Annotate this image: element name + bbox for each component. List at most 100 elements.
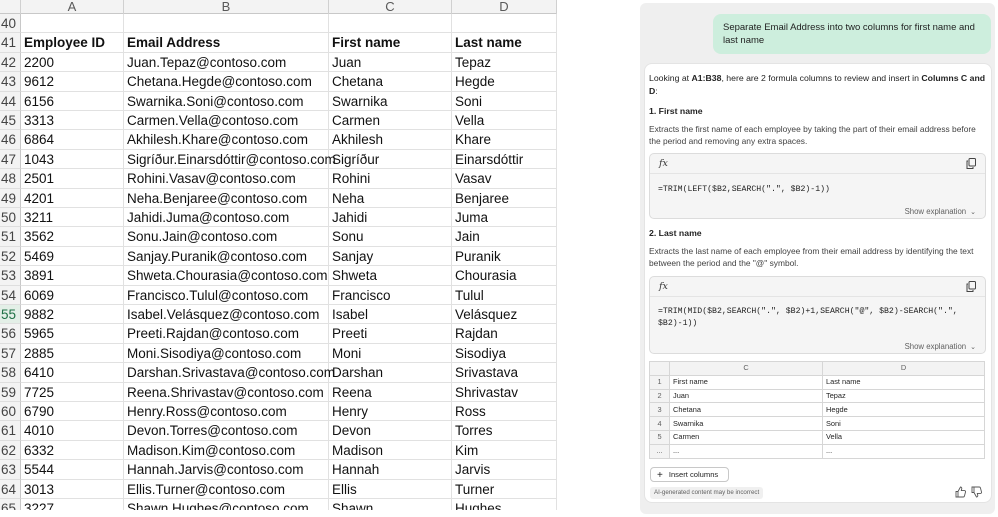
cell-email[interactable]: Sigríður.Einarsdóttir@contoso.com: [124, 149, 336, 170]
row-number[interactable]: 49: [0, 188, 21, 208]
cell-first[interactable]: Hannah: [329, 460, 452, 480]
row-number[interactable]: 42: [0, 52, 21, 73]
cell-email[interactable]: Sanjay.Puranik@contoso.com: [124, 246, 329, 267]
row-number[interactable]: 47: [0, 149, 21, 170]
show-explanation-last-name[interactable]: Show explanation ⌄: [905, 342, 976, 351]
formula-last-name[interactable]: =TRIM(MID($B2,SEARCH(".", $B2)+1,SEARCH(…: [658, 306, 980, 330]
cell-last[interactable]: Vella: [452, 111, 557, 131]
cell-last[interactable]: Tulul: [452, 285, 557, 305]
cell-id[interactable]: 4201: [21, 188, 124, 208]
row-number[interactable]: 45: [0, 111, 21, 131]
row-number[interactable]: 43: [0, 72, 21, 92]
cell-id[interactable]: 6156: [21, 91, 124, 111]
row-number[interactable]: 62: [0, 440, 21, 461]
cell-id[interactable]: [21, 14, 124, 34]
cell-last[interactable]: Srivastava: [452, 363, 557, 383]
cell-last[interactable]: Kim: [452, 440, 557, 461]
column-header-b[interactable]: B: [124, 0, 329, 14]
cell-id[interactable]: 6864: [21, 130, 124, 150]
cell-first[interactable]: Sanjay: [329, 246, 452, 267]
cell-first[interactable]: Ellis: [329, 479, 452, 499]
cell-id[interactable]: 2885: [21, 343, 124, 364]
cell-email[interactable]: Juan.Tepaz@contoso.com: [124, 52, 329, 73]
cell-last[interactable]: Sisodiya: [452, 343, 557, 364]
cell-id[interactable]: 9612: [21, 72, 124, 92]
cell-first[interactable]: Madison: [329, 440, 452, 461]
cell-first[interactable]: Henry: [329, 402, 452, 422]
cell-last[interactable]: [452, 14, 557, 34]
show-explanation-first-name[interactable]: Show explanation ⌄: [905, 207, 976, 216]
cell-email[interactable]: Swarnika.Soni@contoso.com: [124, 91, 329, 111]
row-number[interactable]: 55: [0, 305, 21, 325]
cell-first[interactable]: Francisco: [329, 285, 452, 305]
cell-first[interactable]: Akhilesh: [329, 130, 452, 150]
cell-last[interactable]: Khare: [452, 130, 557, 150]
cell-last[interactable]: Einarsdóttir: [452, 149, 557, 170]
cell-last[interactable]: Puranik: [452, 246, 557, 267]
cell-first[interactable]: Sonu: [329, 227, 452, 247]
cell-id[interactable]: 1043: [21, 149, 124, 170]
column-header-d[interactable]: D: [452, 0, 557, 14]
cell-first[interactable]: Isabel: [329, 305, 452, 325]
cell-id[interactable]: 3013: [21, 479, 124, 499]
row-number[interactable]: 44: [0, 91, 21, 111]
cell-email[interactable]: Henry.Ross@contoso.com: [124, 402, 329, 422]
cell-id[interactable]: 3891: [21, 266, 124, 286]
row-number[interactable]: 53: [0, 266, 21, 286]
cell-email[interactable]: Shawn.Hughes@contoso.com: [124, 499, 329, 510]
cell-last[interactable]: Turner: [452, 479, 557, 499]
thumbs-down-icon[interactable]: [971, 486, 982, 498]
header-cell[interactable]: Employee ID: [21, 33, 124, 53]
cell-first[interactable]: Preeti: [329, 324, 452, 344]
cell-first[interactable]: Juan: [329, 52, 452, 73]
cell-first[interactable]: Chetana: [329, 72, 452, 92]
header-cell[interactable]: First name: [329, 33, 452, 53]
cell-id[interactable]: 4010: [21, 421, 124, 441]
cell-email[interactable]: Isabel.Velásquez@contoso.com: [124, 305, 329, 325]
cell-last[interactable]: Juma: [452, 208, 557, 228]
row-number[interactable]: 65: [0, 499, 21, 510]
formula-first-name[interactable]: =TRIM(LEFT($B2,SEARCH(".", $B2)-1)): [658, 184, 980, 196]
cell-id[interactable]: 2200: [21, 52, 124, 73]
insert-columns-button[interactable]: + Insert columns: [650, 467, 729, 482]
select-all-corner[interactable]: [0, 0, 21, 14]
cell-id[interactable]: 5544: [21, 460, 124, 480]
row-number[interactable]: 59: [0, 382, 21, 402]
cell-last[interactable]: Shrivastav: [452, 382, 557, 402]
cell-last[interactable]: Jarvis: [452, 460, 557, 480]
cell-id[interactable]: 3313: [21, 111, 124, 131]
cell-id[interactable]: 3227: [21, 499, 124, 510]
cell-last[interactable]: Torres: [452, 421, 557, 441]
cell-id[interactable]: 6069: [21, 285, 124, 305]
row-number[interactable]: 52: [0, 246, 21, 267]
column-header-c[interactable]: C: [329, 0, 452, 14]
cell-email[interactable]: [124, 14, 329, 34]
cell-first[interactable]: Shawn: [329, 499, 452, 510]
cell-last[interactable]: Hegde: [452, 72, 557, 92]
cell-email[interactable]: Neha.Benjaree@contoso.com: [124, 188, 329, 208]
cell-first[interactable]: Sigríður: [329, 149, 452, 170]
cell-first[interactable]: Neha: [329, 188, 452, 208]
thumbs-up-icon[interactable]: [955, 486, 966, 498]
cell-last[interactable]: Vasav: [452, 169, 557, 189]
cell-id[interactable]: 5469: [21, 246, 124, 267]
row-number[interactable]: 61: [0, 421, 21, 441]
cell-id[interactable]: 7725: [21, 382, 124, 402]
cell-email[interactable]: Shweta.Chourasia@contoso.com: [124, 266, 329, 286]
row-number[interactable]: 40: [0, 14, 21, 34]
cell-first[interactable]: Darshan: [329, 363, 452, 383]
cell-email[interactable]: Carmen.Vella@contoso.com: [124, 111, 329, 131]
cell-first[interactable]: Reena: [329, 382, 452, 402]
row-number[interactable]: 54: [0, 285, 21, 305]
cell-id[interactable]: 9882: [21, 305, 124, 325]
cell-first[interactable]: Rohini: [329, 169, 452, 189]
copy-icon[interactable]: [966, 281, 976, 292]
row-number[interactable]: 51: [0, 227, 21, 247]
cell-first[interactable]: Swarnika: [329, 91, 452, 111]
cell-id[interactable]: 6410: [21, 363, 124, 383]
cell-last[interactable]: Velásquez: [452, 305, 557, 325]
copy-icon[interactable]: [966, 158, 976, 169]
cell-last[interactable]: Soni: [452, 91, 557, 111]
cell-first[interactable]: [329, 14, 452, 34]
row-number[interactable]: 64: [0, 479, 21, 499]
